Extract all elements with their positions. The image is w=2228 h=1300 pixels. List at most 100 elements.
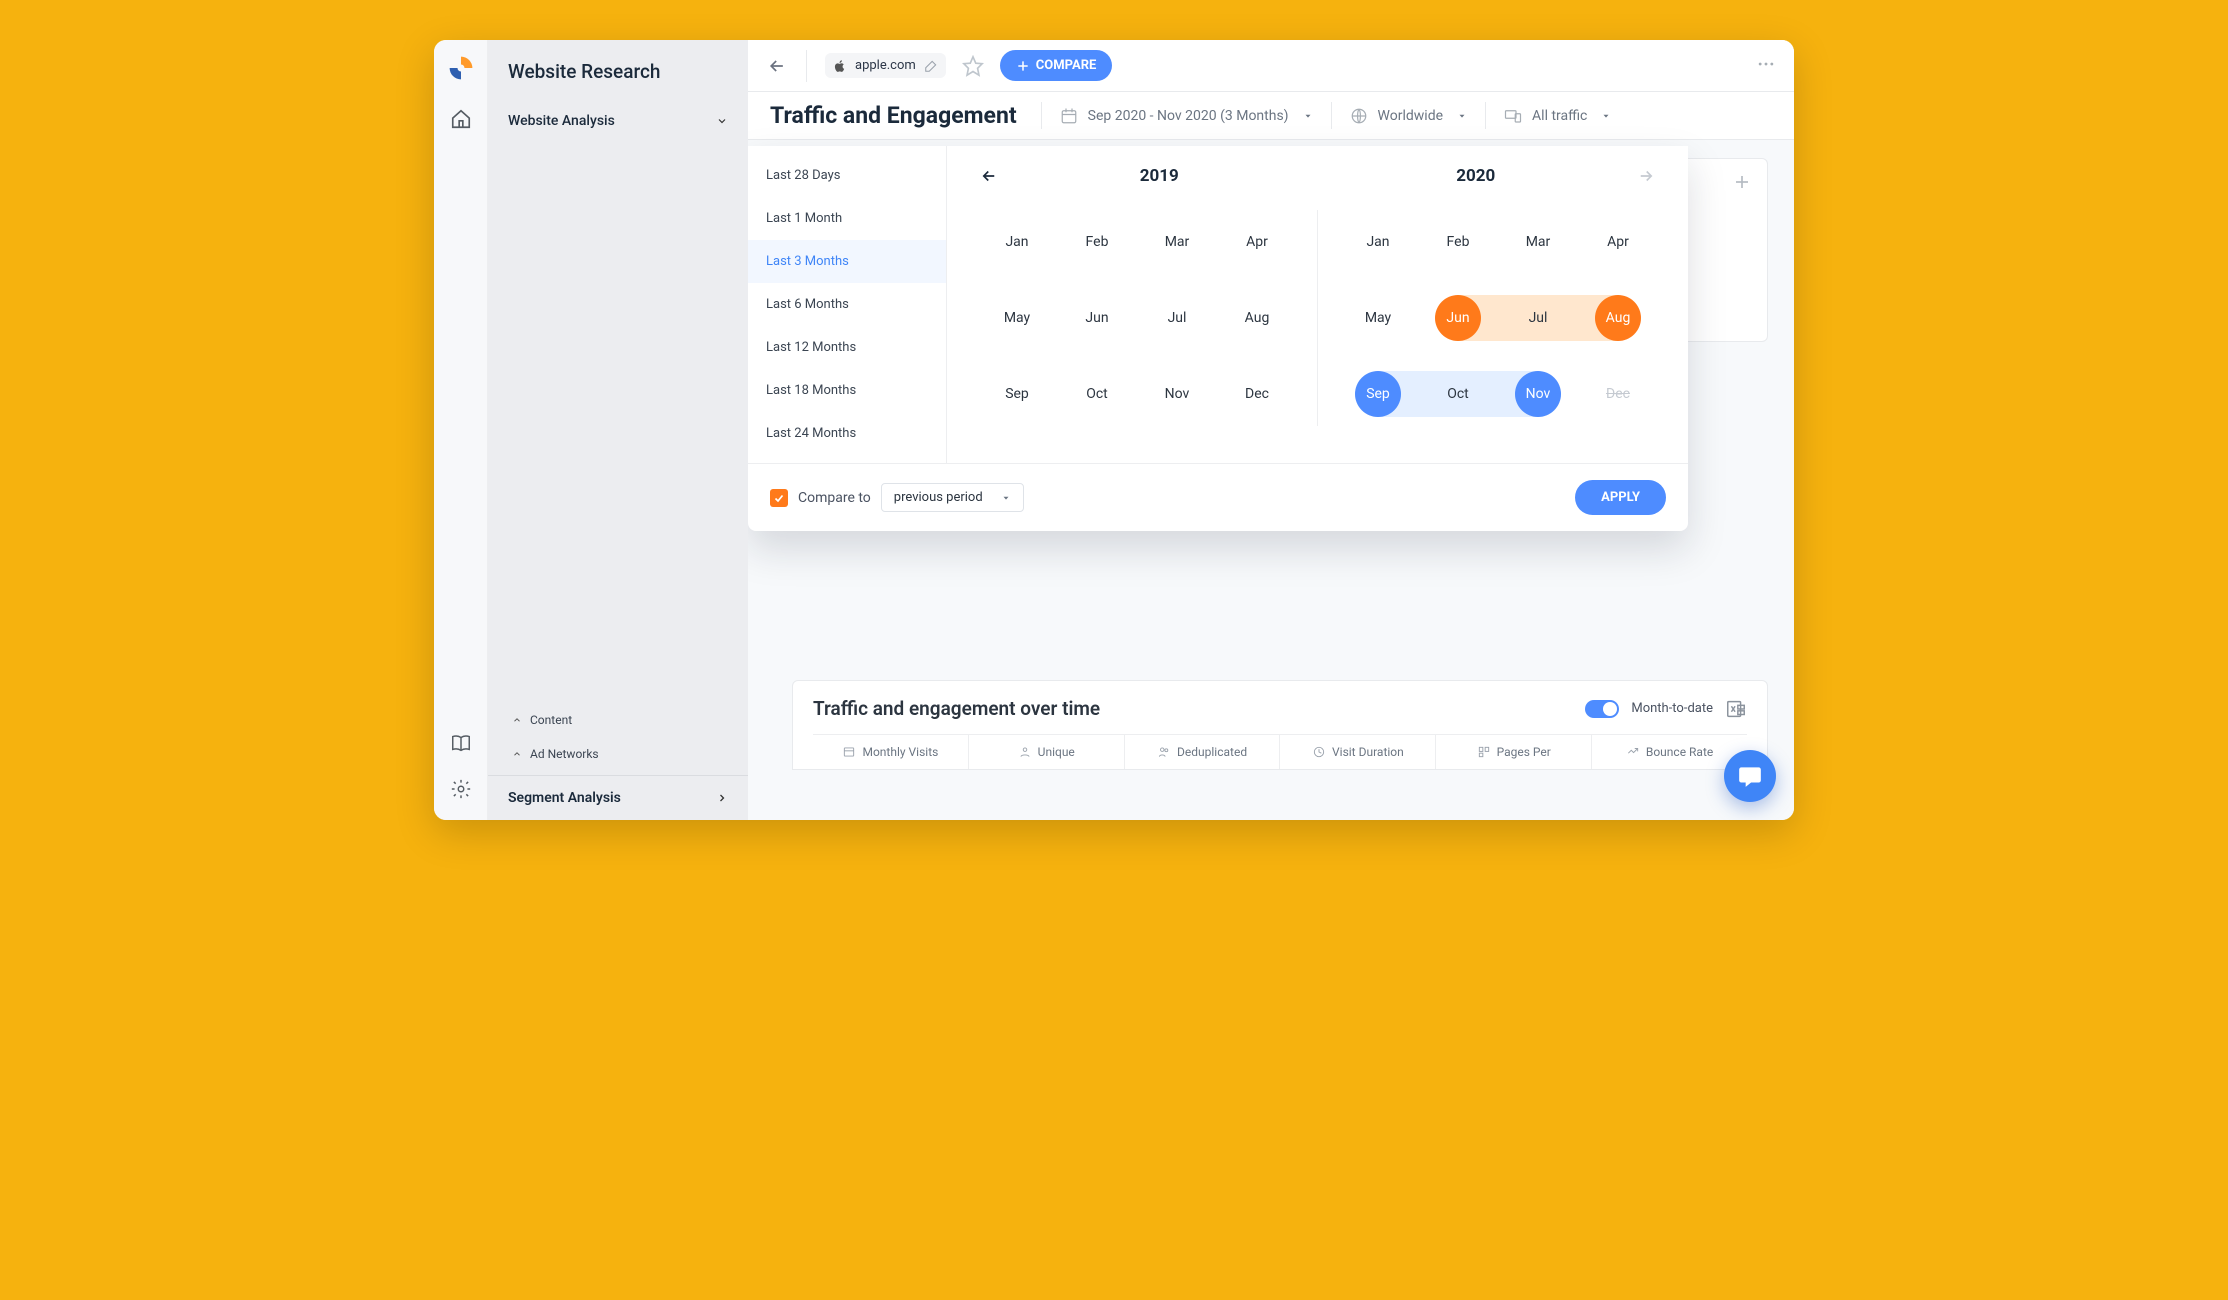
- main: apple.com COMPARE Traffic and Engagement…: [748, 40, 1794, 820]
- month-cell[interactable]: Sep: [1338, 362, 1418, 426]
- month-cell[interactable]: Apr: [1217, 210, 1297, 274]
- add-button[interactable]: [1733, 173, 1751, 195]
- month-cell[interactable]: Nov: [1137, 362, 1217, 426]
- apple-icon: [833, 59, 847, 73]
- compare-checkbox[interactable]: [770, 489, 788, 507]
- compare-button[interactable]: COMPARE: [1000, 50, 1113, 81]
- date-preset[interactable]: Last 18 Months: [748, 369, 946, 412]
- date-preset[interactable]: Last 24 Months: [748, 412, 946, 455]
- sidebar-item-content[interactable]: Content: [488, 703, 748, 737]
- month-cell[interactable]: Jun: [1057, 286, 1137, 350]
- back-button[interactable]: [762, 51, 792, 81]
- month-to-date-toggle[interactable]: [1585, 700, 1619, 718]
- devices-icon: [1504, 107, 1522, 125]
- caret-down-icon: [1457, 111, 1467, 121]
- tot-tab[interactable]: Visit Duration: [1280, 735, 1436, 769]
- date-preset[interactable]: Last 12 Months: [748, 326, 946, 369]
- apply-button-label: APPLY: [1601, 490, 1640, 505]
- tot-title: Traffic and engagement over time: [813, 697, 1100, 720]
- month-cell[interactable]: Jun: [1418, 286, 1498, 350]
- tot-tab[interactable]: Pages Per: [1436, 735, 1592, 769]
- month-cell[interactable]: Dec: [1217, 362, 1297, 426]
- filter-traffic[interactable]: All traffic: [1485, 102, 1629, 129]
- icon-rail: [434, 40, 488, 820]
- month-cell[interactable]: Nov: [1498, 362, 1578, 426]
- sidebar-item-ad-networks[interactable]: Ad Networks: [488, 737, 748, 771]
- caret-down-icon: [1601, 111, 1611, 121]
- star-icon[interactable]: [962, 55, 984, 77]
- month-cell[interactable]: Jan: [1338, 210, 1418, 274]
- sidebar-section-segment-analysis[interactable]: Segment Analysis: [488, 775, 748, 820]
- year-left-label: 2019: [1001, 166, 1318, 186]
- tot-tab[interactable]: Bounce Rate: [1592, 735, 1747, 769]
- app-logo[interactable]: [447, 54, 475, 82]
- sidebar-sub-list: Content Ad Networks: [488, 699, 748, 775]
- month-cell[interactable]: Jul: [1137, 286, 1217, 350]
- month-cell[interactable]: Jul: [1498, 286, 1578, 350]
- filter-date-label: Sep 2020 - Nov 2020 (3 Months): [1088, 108, 1289, 124]
- caret-down-icon: [1001, 493, 1011, 503]
- chevron-down-icon: [716, 115, 728, 127]
- pencil-icon[interactable]: [924, 59, 938, 73]
- month-cell[interactable]: Aug: [1578, 286, 1658, 350]
- date-preset[interactable]: Last 3 Months: [748, 240, 946, 283]
- date-preset[interactable]: Last 1 Month: [748, 197, 946, 240]
- book-icon[interactable]: [450, 732, 472, 754]
- sidebar-item-label: Content: [530, 713, 572, 727]
- sidebar-section-label: Website Analysis: [508, 113, 615, 129]
- domain-label: apple.com: [855, 58, 916, 73]
- home-icon[interactable]: [450, 108, 472, 130]
- filter-date[interactable]: Sep 2020 - Nov 2020 (3 Months): [1041, 102, 1331, 129]
- chevron-up-icon: [512, 715, 522, 725]
- caret-down-icon: [1303, 111, 1313, 121]
- month-cell[interactable]: May: [977, 286, 1057, 350]
- page-title: Traffic and Engagement: [770, 102, 1041, 129]
- sidebar: Website Research Website Analysis Conten…: [488, 40, 748, 820]
- prev-year-button[interactable]: [977, 164, 1001, 188]
- more-icon[interactable]: [1752, 50, 1780, 82]
- date-calendar: 2019 2020 JanFebMarAprMayJunJulAugSepOct…: [947, 146, 1688, 463]
- filter-region[interactable]: Worldwide: [1331, 102, 1485, 129]
- date-preset[interactable]: Last 28 Days: [748, 154, 946, 197]
- tot-tab[interactable]: Deduplicated: [1125, 735, 1281, 769]
- month-cell[interactable]: Mar: [1137, 210, 1217, 274]
- date-presets: Last 28 DaysLast 1 MonthLast 3 MonthsLas…: [748, 146, 947, 463]
- toggle-label: Month-to-date: [1631, 701, 1713, 716]
- plus-icon: [1016, 59, 1030, 73]
- month-cell[interactable]: Oct: [1418, 362, 1498, 426]
- chat-button[interactable]: [1724, 750, 1776, 802]
- apply-button[interactable]: APPLY: [1575, 480, 1666, 515]
- gear-icon[interactable]: [450, 778, 472, 800]
- next-year-button: [1634, 164, 1658, 188]
- calendar-icon: [1060, 107, 1078, 125]
- domain-chip[interactable]: apple.com: [825, 53, 946, 78]
- globe-icon: [1350, 107, 1368, 125]
- month-cell[interactable]: Mar: [1498, 210, 1578, 274]
- month-cell[interactable]: May: [1338, 286, 1418, 350]
- date-preset[interactable]: Last 6 Months: [748, 283, 946, 326]
- month-cell[interactable]: Jan: [977, 210, 1057, 274]
- sidebar-item-label: Ad Networks: [530, 747, 599, 761]
- app-window: Website Research Website Analysis Conten…: [434, 40, 1794, 820]
- chevron-right-icon: [716, 792, 728, 804]
- month-cell[interactable]: Feb: [1057, 210, 1137, 274]
- sidebar-section-label: Segment Analysis: [508, 790, 621, 806]
- month-cell[interactable]: Apr: [1578, 210, 1658, 274]
- year-right-label: 2020: [1318, 166, 1635, 186]
- month-cell: Dec: [1578, 362, 1658, 426]
- month-cell[interactable]: Aug: [1217, 286, 1297, 350]
- compare-period-select[interactable]: previous period: [881, 483, 1024, 512]
- month-cell[interactable]: Feb: [1418, 210, 1498, 274]
- filterbar: Traffic and Engagement Sep 2020 - Nov 20…: [748, 92, 1794, 140]
- date-range-popover: Last 28 DaysLast 1 MonthLast 3 MonthsLas…: [748, 146, 1688, 531]
- sidebar-section-website-analysis[interactable]: Website Analysis: [488, 101, 748, 143]
- topbar: apple.com COMPARE: [748, 40, 1794, 92]
- tot-tab[interactable]: Monthly Visits: [813, 735, 969, 769]
- excel-export-icon[interactable]: [1725, 698, 1747, 720]
- compare-button-label: COMPARE: [1036, 58, 1097, 73]
- traffic-over-time-card: Traffic and engagement over time Month-t…: [792, 680, 1768, 770]
- month-cell[interactable]: Oct: [1057, 362, 1137, 426]
- month-cell[interactable]: Sep: [977, 362, 1057, 426]
- compare-period-value: previous period: [894, 490, 983, 505]
- tot-tab[interactable]: Unique: [969, 735, 1125, 769]
